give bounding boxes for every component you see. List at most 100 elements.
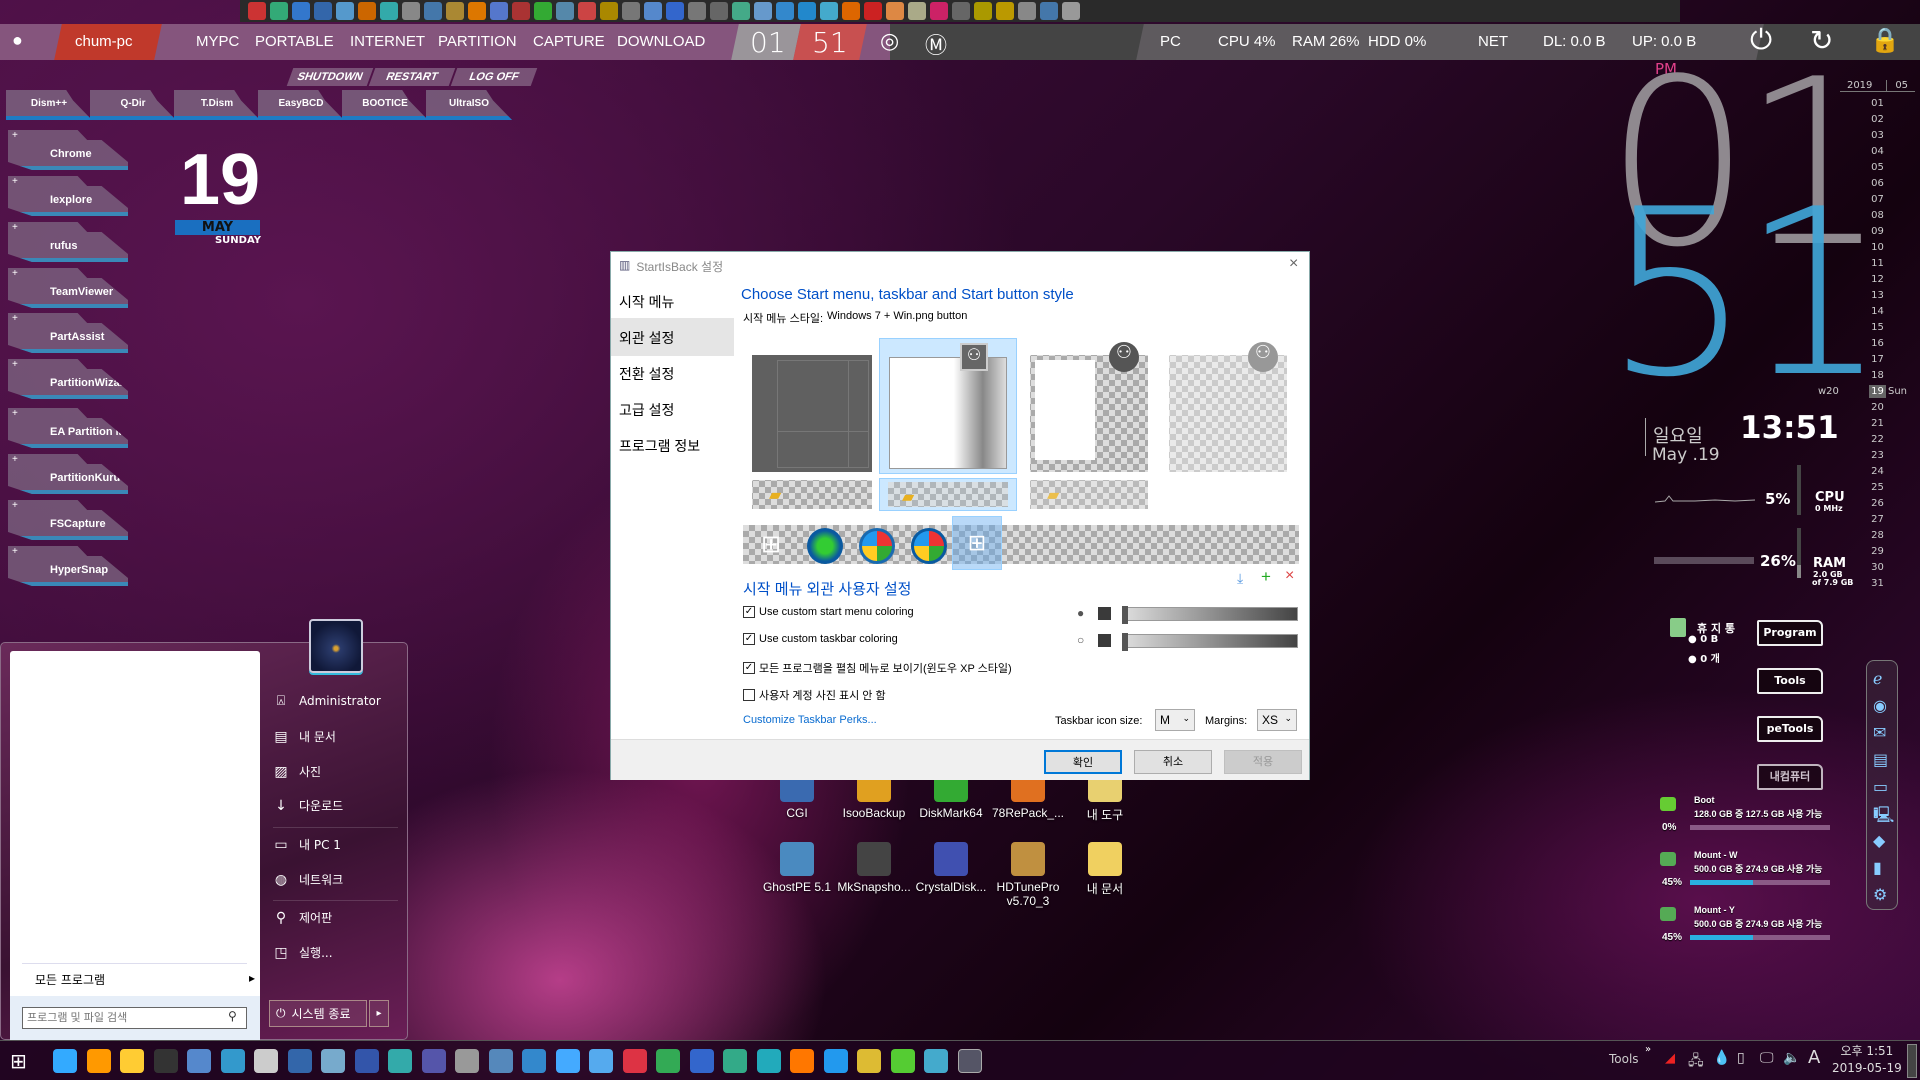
topbar-menu-portable[interactable]: PORTABLE	[255, 33, 334, 50]
dock-network-icon[interactable]: ⚙	[1873, 885, 1887, 904]
taskbar-style-3[interactable]: ▰	[1030, 480, 1148, 509]
quicklaunch-app-icon[interactable]	[270, 2, 288, 20]
taskbar-style-2[interactable]: ▰	[879, 478, 1017, 511]
calendar-day[interactable]: 24	[1840, 466, 1915, 477]
launcher-iexplore[interactable]: Iexplore	[8, 176, 128, 216]
calendar-day[interactable]: 07	[1840, 194, 1915, 205]
quicklaunch-app-icon[interactable]	[578, 2, 596, 20]
calendar-day[interactable]: 10	[1840, 242, 1915, 253]
quicklaunch-app-icon[interactable]	[248, 2, 266, 20]
usb-icon[interactable]: ▯	[1737, 1050, 1745, 1066]
taskbar-app-icon[interactable]	[488, 1049, 513, 1073]
power-row-restart-button[interactable]: RESTART	[368, 68, 456, 86]
style-option-windows7[interactable]: ⚇	[879, 338, 1017, 474]
folder-button-0[interactable]: Program	[1757, 620, 1823, 646]
topbar-menu-partition[interactable]: PARTITION	[438, 33, 517, 50]
quicklaunch-app-icon[interactable]	[1040, 2, 1058, 20]
dialog-nav-item[interactable]: 시작 메뉴	[611, 282, 734, 320]
quicklaunch-app-icon[interactable]	[292, 2, 310, 20]
launcher-fscapture[interactable]: FSCapture	[8, 500, 128, 540]
taskbar-app-icon[interactable]	[656, 1049, 680, 1073]
quicklaunch-app-icon[interactable]	[842, 2, 860, 20]
taskbar-style-1[interactable]: ▰	[752, 480, 872, 509]
calendar-day[interactable]: 20	[1840, 402, 1915, 413]
user-avatar[interactable]	[309, 619, 363, 673]
calendar-day[interactable]: 11	[1840, 258, 1915, 269]
quicklaunch-app-icon[interactable]	[688, 2, 706, 20]
quicklaunch-app-icon[interactable]	[864, 2, 882, 20]
quicklaunch-app-icon[interactable]	[908, 2, 926, 20]
launcher-dism[interactable]: Dism++	[6, 90, 92, 120]
style-option-windows10[interactable]	[752, 355, 872, 472]
folder-button-2[interactable]: peTools	[1757, 716, 1823, 742]
checkbox-checked[interactable]: ✓	[743, 606, 755, 618]
winpng-start-button-selected[interactable]: ⊞	[952, 516, 1002, 570]
launcher-partitionkuru[interactable]: PartitionKuru	[8, 454, 128, 494]
taskbar-app-icon[interactable]	[86, 1049, 111, 1073]
calendar-day[interactable]: 16	[1840, 338, 1915, 349]
checkbox-option[interactable]: ✓ 모든 프로그램을 펼침 메뉴로 보이기(윈도우 XP 스타일)	[743, 660, 1012, 676]
tools-toolbar-label[interactable]: Tools	[1609, 1052, 1639, 1066]
taskbar-app-icon[interactable]	[287, 1049, 312, 1073]
calendar-day[interactable]: 21	[1840, 418, 1915, 429]
calendar-day[interactable]: 30	[1840, 562, 1915, 573]
quicklaunch-app-icon[interactable]	[402, 2, 420, 20]
chrome-outline-icon[interactable]: ◎	[880, 28, 899, 54]
recycle-bin-icon[interactable]	[1670, 618, 1686, 637]
taskbar-app-icon[interactable]	[890, 1049, 915, 1073]
taskbar-app-icon[interactable]	[622, 1049, 647, 1073]
volume-icon[interactable]: 🔈	[1783, 1050, 1800, 1066]
windows-orb-start-button[interactable]	[911, 528, 947, 564]
taskbar-app-icon[interactable]	[790, 1049, 814, 1073]
desktop-icon[interactable]: 내 문서	[1067, 842, 1143, 897]
quicklaunch-app-icon[interactable]	[930, 2, 948, 20]
desktop-icon[interactable]: HDTunePro v5.70_3	[990, 842, 1066, 908]
start-menu-item-6[interactable]: ⚲ 제어판	[273, 909, 332, 926]
calendar-day[interactable]: 12	[1840, 274, 1915, 285]
launcher-partitionwizard[interactable]: PartitionWizard	[8, 359, 128, 399]
quicklaunch-app-icon[interactable]	[732, 2, 750, 20]
calendar-day[interactable]: 02	[1840, 114, 1915, 125]
calendar-day[interactable]: 09	[1840, 226, 1915, 237]
launcher-tdism[interactable]: T.Dism	[174, 90, 260, 120]
launcher-teamviewer[interactable]: TeamViewer	[8, 268, 128, 308]
cancel-button[interactable]: 취소	[1134, 750, 1212, 774]
checkbox-option[interactable]: ✓ Use custom taskbar coloring	[743, 633, 898, 645]
shutdown-options-arrow[interactable]: ▸	[369, 1000, 389, 1027]
launcher-rufus[interactable]: rufus	[8, 222, 128, 262]
taskbar-app-icon[interactable]	[555, 1049, 580, 1073]
quicklaunch-app-icon[interactable]	[974, 2, 992, 20]
dialog-nav-item[interactable]: 프로그램 정보	[611, 426, 734, 464]
style-option-classic[interactable]: ⚇	[1030, 342, 1148, 472]
network-icon[interactable]: 🖧	[1688, 1050, 1704, 1074]
quicklaunch-app-icon[interactable]	[490, 2, 508, 20]
launcher-eapartitionm[interactable]: EA Partition M	[8, 408, 128, 448]
start-menu-item-0[interactable]: ⍓ Administrator	[273, 693, 381, 709]
taskbar-app-icon[interactable]	[321, 1049, 345, 1073]
taskbar-app-icon[interactable]	[53, 1049, 77, 1073]
taskbar-opacity-slider[interactable]	[1122, 633, 1298, 651]
desktop-icon[interactable]: GhostPE 5.1	[759, 842, 835, 894]
quicklaunch-app-icon[interactable]	[754, 2, 772, 20]
taskbar-app-icon[interactable]	[153, 1049, 178, 1073]
launcher-hypersnap[interactable]: HyperSnap	[8, 546, 128, 586]
icon-size-select[interactable]: M ⌄	[1155, 709, 1195, 731]
taskbar-color-swatch[interactable]	[1098, 634, 1111, 647]
clover-start-button[interactable]	[807, 528, 843, 564]
start-menu-item-1[interactable]: ▤ 내 문서	[273, 728, 336, 745]
start-menu-item-2[interactable]: ▨ 사진	[273, 763, 321, 780]
calendar-day[interactable]: 13	[1840, 290, 1915, 301]
taskbar-app-icon[interactable]	[421, 1049, 446, 1073]
customize-taskbar-perks-link[interactable]: Customize Taskbar Perks...	[743, 714, 877, 726]
quicklaunch-app-icon[interactable]	[358, 2, 376, 20]
quicklaunch-app-icon[interactable]	[314, 2, 332, 20]
drop-icon[interactable]: 💧	[1713, 1050, 1730, 1066]
start-menu-item-4[interactable]: ▭ 내 PC 1	[273, 836, 341, 853]
calendar-day[interactable]: 17	[1840, 354, 1915, 365]
mail-m-icon[interactable]: Ⓜ	[925, 28, 947, 60]
dock-chrome-icon[interactable]: ◉	[1873, 696, 1887, 715]
quicklaunch-app-icon[interactable]	[468, 2, 486, 20]
monitor-icon[interactable]: 🖵	[1760, 1050, 1774, 1066]
launcher-chrome[interactable]: Chrome	[8, 130, 128, 170]
checkbox-option[interactable]: ✓ Use custom start menu coloring	[743, 606, 914, 618]
